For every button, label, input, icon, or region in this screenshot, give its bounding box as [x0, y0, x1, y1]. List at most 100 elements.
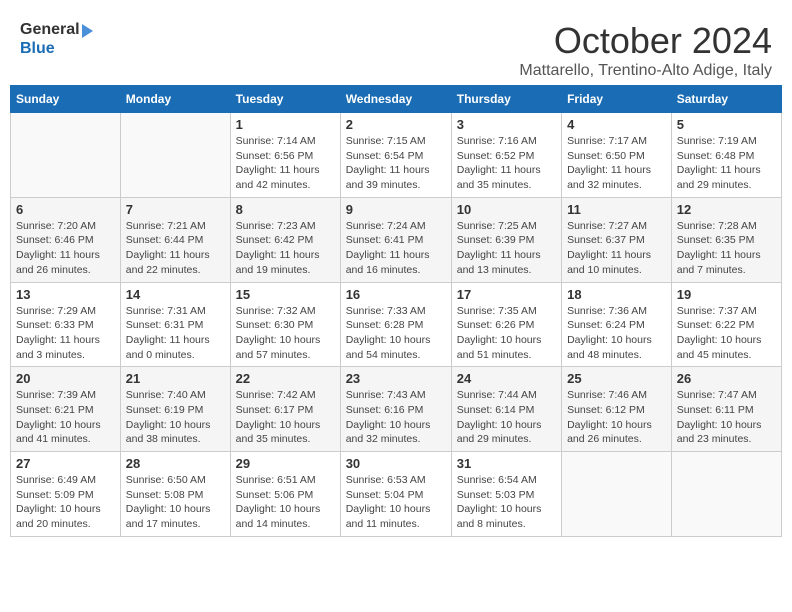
day-number: 11	[567, 202, 666, 217]
day-info: Sunrise: 7:35 AM Sunset: 6:26 PM Dayligh…	[457, 304, 556, 363]
calendar-cell: 20 Sunrise: 7:39 AM Sunset: 6:21 PM Dayli…	[11, 367, 121, 452]
day-number: 16	[346, 287, 446, 302]
week-row-3: 13Sunrise: 7:29 AM Sunset: 6:33 PM Dayli…	[11, 282, 782, 367]
calendar-cell	[562, 452, 672, 537]
calendar-cell: 11 Sunrise: 7:27 AM Sunset: 6:37 PM Dayli…	[562, 197, 672, 282]
calendar-cell: 24 Sunrise: 7:44 AM Sunset: 6:14 PM Dayli…	[451, 367, 561, 452]
day-number: 20	[16, 371, 115, 386]
day-info: Sunrise: 7:17 AM Sunset: 6:50 PM Dayligh…	[567, 134, 666, 193]
calendar-cell: 14 Sunrise: 7:31 AM Sunset: 6:31 PM Dayli…	[120, 282, 230, 367]
day-info: Sunrise: 7:31 AM Sunset: 6:31 PM Dayligh…	[126, 304, 225, 363]
day-info: Sunrise: 7:20 AM Sunset: 6:46 PM Dayligh…	[16, 219, 115, 278]
day-number: 1	[236, 117, 335, 132]
day-number: 15	[236, 287, 335, 302]
day-info: Sunrise: 7:40 AM Sunset: 6:19 PM Dayligh…	[126, 388, 225, 447]
calendar-cell: 31 Sunrise: 6:54 AM Sunset: 5:03 PM Dayli…	[451, 452, 561, 537]
calendar-cell: 3 Sunrise: 7:16 AM Sunset: 6:52 PM Daylig…	[451, 113, 561, 198]
calendar-cell: 7Sunrise: 7:21 AM Sunset: 6:44 PM Daylig…	[120, 197, 230, 282]
day-number: 7	[126, 202, 225, 217]
calendar-cell: 25Sunrise: 7:46 AM Sunset: 6:12 PM Dayli…	[562, 367, 672, 452]
day-number: 3	[457, 117, 556, 132]
day-number: 21	[126, 371, 225, 386]
day-info: Sunrise: 7:39 AM Sunset: 6:21 PM Dayligh…	[16, 388, 115, 447]
day-number: 6	[16, 202, 115, 217]
day-number: 30	[346, 456, 446, 471]
day-number: 10	[457, 202, 556, 217]
day-header-wednesday: Wednesday	[340, 86, 451, 113]
calendar-cell: 22 Sunrise: 7:42 AM Sunset: 6:17 PM Dayli…	[230, 367, 340, 452]
day-number: 23	[346, 371, 446, 386]
calendar-cell: 13Sunrise: 7:29 AM Sunset: 6:33 PM Dayli…	[11, 282, 121, 367]
day-info: Sunrise: 7:28 AM Sunset: 6:35 PM Dayligh…	[677, 219, 776, 278]
day-info: Sunrise: 6:50 AM Sunset: 5:08 PM Dayligh…	[126, 473, 225, 532]
day-number: 2	[346, 117, 446, 132]
calendar-cell: 5Sunrise: 7:19 AM Sunset: 6:48 PM Daylig…	[671, 113, 781, 198]
calendar-cell: 26Sunrise: 7:47 AM Sunset: 6:11 PM Dayli…	[671, 367, 781, 452]
day-info: Sunrise: 6:54 AM Sunset: 5:03 PM Dayligh…	[457, 473, 556, 532]
day-info: Sunrise: 7:47 AM Sunset: 6:11 PM Dayligh…	[677, 388, 776, 447]
day-number: 31	[457, 456, 556, 471]
day-number: 28	[126, 456, 225, 471]
calendar-cell: 4 Sunrise: 7:17 AM Sunset: 6:50 PM Daylig…	[562, 113, 672, 198]
calendar-cell: 16 Sunrise: 7:33 AM Sunset: 6:28 PM Dayli…	[340, 282, 451, 367]
day-number: 19	[677, 287, 776, 302]
day-info: Sunrise: 7:16 AM Sunset: 6:52 PM Dayligh…	[457, 134, 556, 193]
day-header-saturday: Saturday	[671, 86, 781, 113]
day-info: Sunrise: 7:42 AM Sunset: 6:17 PM Dayligh…	[236, 388, 335, 447]
day-info: Sunrise: 7:15 AM Sunset: 6:54 PM Dayligh…	[346, 134, 446, 193]
calendar-cell: 28 Sunrise: 6:50 AM Sunset: 5:08 PM Dayli…	[120, 452, 230, 537]
day-info: Sunrise: 7:33 AM Sunset: 6:28 PM Dayligh…	[346, 304, 446, 363]
day-number: 8	[236, 202, 335, 217]
calendar-cell: 1 Sunrise: 7:14 AM Sunset: 6:56 PM Daylig…	[230, 113, 340, 198]
week-row-1: 1 Sunrise: 7:14 AM Sunset: 6:56 PM Daylig…	[11, 113, 782, 198]
calendar-cell: 12Sunrise: 7:28 AM Sunset: 6:35 PM Dayli…	[671, 197, 781, 282]
day-info: Sunrise: 6:49 AM Sunset: 5:09 PM Dayligh…	[16, 473, 115, 532]
day-info: Sunrise: 6:53 AM Sunset: 5:04 PM Dayligh…	[346, 473, 446, 532]
day-header-thursday: Thursday	[451, 86, 561, 113]
calendar-cell: 15 Sunrise: 7:32 AM Sunset: 6:30 PM Dayli…	[230, 282, 340, 367]
day-info: Sunrise: 7:32 AM Sunset: 6:30 PM Dayligh…	[236, 304, 335, 363]
day-number: 17	[457, 287, 556, 302]
day-number: 22	[236, 371, 335, 386]
calendar-cell: 6 Sunrise: 7:20 AM Sunset: 6:46 PM Daylig…	[11, 197, 121, 282]
day-info: Sunrise: 7:29 AM Sunset: 6:33 PM Dayligh…	[16, 304, 115, 363]
calendar-cell: 27Sunrise: 6:49 AM Sunset: 5:09 PM Dayli…	[11, 452, 121, 537]
day-number: 4	[567, 117, 666, 132]
calendar-cell: 30 Sunrise: 6:53 AM Sunset: 5:04 PM Dayli…	[340, 452, 451, 537]
day-info: Sunrise: 7:23 AM Sunset: 6:42 PM Dayligh…	[236, 219, 335, 278]
title-block: October 2024 Mattarello, Trentino-Alto A…	[519, 20, 772, 80]
day-info: Sunrise: 6:51 AM Sunset: 5:06 PM Dayligh…	[236, 473, 335, 532]
calendar-cell	[120, 113, 230, 198]
day-number: 14	[126, 287, 225, 302]
day-info: Sunrise: 7:24 AM Sunset: 6:41 PM Dayligh…	[346, 219, 446, 278]
day-number: 29	[236, 456, 335, 471]
logo-arrow-icon	[82, 24, 93, 38]
location-title: Mattarello, Trentino-Alto Adige, Italy	[519, 62, 772, 80]
calendar-cell: 8 Sunrise: 7:23 AM Sunset: 6:42 PM Daylig…	[230, 197, 340, 282]
calendar-cell: 17 Sunrise: 7:35 AM Sunset: 6:26 PM Dayli…	[451, 282, 561, 367]
calendar-cell: 18Sunrise: 7:36 AM Sunset: 6:24 PM Dayli…	[562, 282, 672, 367]
day-info: Sunrise: 7:44 AM Sunset: 6:14 PM Dayligh…	[457, 388, 556, 447]
calendar-cell	[671, 452, 781, 537]
day-info: Sunrise: 7:43 AM Sunset: 6:16 PM Dayligh…	[346, 388, 446, 447]
calendar-table: SundayMondayTuesdayWednesdayThursdayFrid…	[10, 85, 782, 537]
week-row-2: 6 Sunrise: 7:20 AM Sunset: 6:46 PM Daylig…	[11, 197, 782, 282]
calendar-cell: 19Sunrise: 7:37 AM Sunset: 6:22 PM Dayli…	[671, 282, 781, 367]
day-header-sunday: Sunday	[11, 86, 121, 113]
day-number: 9	[346, 202, 446, 217]
day-info: Sunrise: 7:19 AM Sunset: 6:48 PM Dayligh…	[677, 134, 776, 193]
day-info: Sunrise: 7:36 AM Sunset: 6:24 PM Dayligh…	[567, 304, 666, 363]
calendar-cell: 21 Sunrise: 7:40 AM Sunset: 6:19 PM Dayli…	[120, 367, 230, 452]
logo-general-text: General	[20, 20, 80, 39]
logo-blue-text: Blue	[20, 40, 55, 57]
day-info: Sunrise: 7:14 AM Sunset: 6:56 PM Dayligh…	[236, 134, 335, 193]
day-info: Sunrise: 7:27 AM Sunset: 6:37 PM Dayligh…	[567, 219, 666, 278]
calendar-cell: 9 Sunrise: 7:24 AM Sunset: 6:41 PM Daylig…	[340, 197, 451, 282]
page-header: General Blue October 2024 Mattarello, Tr…	[10, 10, 782, 85]
calendar-cell: 2 Sunrise: 7:15 AM Sunset: 6:54 PM Daylig…	[340, 113, 451, 198]
calendar-cell: 29 Sunrise: 6:51 AM Sunset: 5:06 PM Dayli…	[230, 452, 340, 537]
day-header-tuesday: Tuesday	[230, 86, 340, 113]
day-number: 25	[567, 371, 666, 386]
day-number: 24	[457, 371, 556, 386]
week-row-5: 27Sunrise: 6:49 AM Sunset: 5:09 PM Dayli…	[11, 452, 782, 537]
